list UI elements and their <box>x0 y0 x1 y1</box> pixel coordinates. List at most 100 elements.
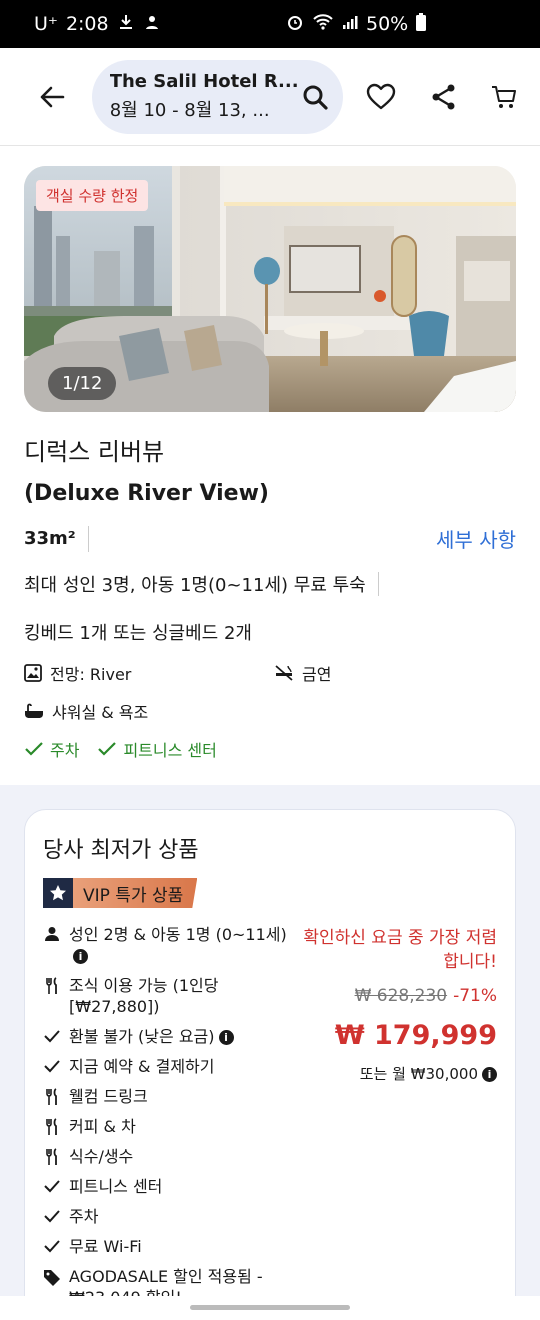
heart-icon <box>366 83 395 109</box>
view-label: 전망: River <box>50 665 132 684</box>
back-button[interactable] <box>24 69 80 125</box>
occupancy-info: 최대 성인 3명, 아동 1명(0~11세) 무료 투숙 <box>24 571 516 597</box>
welcome-drink-text: 웰컴 드링크 <box>69 1087 148 1106</box>
room-details-link[interactable]: 세부 사항 <box>436 524 516 553</box>
check-icon <box>44 1180 60 1193</box>
feature-view: 전망: River <box>24 661 274 685</box>
list-item: 조식 이용 가능 (1인당 [₩27,880]) <box>43 975 295 1017</box>
tag-icon <box>44 1270 60 1286</box>
check-icon <box>44 1030 60 1043</box>
home-handle[interactable] <box>190 1305 350 1310</box>
clock: 2:08 <box>65 13 109 35</box>
vip-deal-badge: VIP 특가 상품 <box>43 878 198 908</box>
feature-bath: 샤워실 & 욕조 <box>24 699 274 723</box>
cheapest-note: 확인하신 요금 중 가장 저렴합니다! <box>303 928 497 972</box>
signal-icon <box>342 13 358 35</box>
check-icon <box>98 742 117 756</box>
water-text: 식수/생수 <box>69 1147 134 1166</box>
share-icon <box>432 84 455 109</box>
list-item: 환불 불가 (낮은 요금) i <box>43 1026 295 1047</box>
info-icon[interactable]: i <box>218 1030 234 1045</box>
battery-level: 50% <box>366 13 409 35</box>
original-price-row: ₩ 628,230 -71% <box>295 986 497 1006</box>
battery-icon <box>416 12 427 36</box>
download-icon <box>117 13 135 36</box>
list-item: 지금 예약 & 결제하기 <box>43 1056 295 1077</box>
fitness-label: 피트니스 센터 <box>123 741 217 760</box>
fork-knife-icon <box>46 1118 57 1135</box>
system-nav-bar <box>0 1296 540 1320</box>
check-icon <box>44 1060 60 1073</box>
list-item: 식수/생수 <box>43 1146 295 1167</box>
search-icon <box>303 85 328 110</box>
room-info: 디럭스 리버뷰 (Deluxe River View) 33m² 세부 사항 최… <box>0 412 540 785</box>
vip-label: VIP 특가 상품 <box>73 878 198 908</box>
wifi-icon <box>312 13 334 36</box>
favorite-button[interactable] <box>361 77 401 117</box>
feature-smoking: 금연 <box>274 661 516 685</box>
limited-rooms-badge: 객실 수량 한정 <box>36 180 149 211</box>
wifi-text: 무료 Wi-Fi <box>69 1237 142 1256</box>
star-icon <box>50 885 66 901</box>
monthly-price: 또는 월 ₩30,000 <box>359 1065 478 1083</box>
cart-button[interactable] <box>484 77 524 117</box>
photo-counter: 1/12 <box>48 367 117 400</box>
stay-dates: 8월 10 - 8월 13, ... <box>109 100 270 121</box>
fork-knife-icon <box>46 1148 57 1165</box>
breakfast-text: 조식 이용 가능 (1인당 [₩27,880]) <box>69 976 219 1016</box>
bathtub-icon <box>25 703 43 718</box>
room-size: 33m² <box>24 525 89 552</box>
monthly-price-row: 또는 월 ₩30,000 i <box>295 1063 497 1084</box>
fork-knife-icon <box>46 1088 57 1105</box>
status-bar: U⁺ 2:08 50% <box>0 0 540 48</box>
list-item: 성인 2명 & 아동 1명 (0~11세) i <box>43 924 295 966</box>
parking-label: 주차 <box>50 741 80 760</box>
list-item: 무료 Wi-Fi <box>43 1236 295 1257</box>
final-price: ₩ 179,999 <box>334 1020 497 1051</box>
carrier-label: U⁺ <box>34 13 58 35</box>
coffee-tea-text: 커피 & 차 <box>69 1117 136 1136</box>
room-name-korean: 디럭스 리버뷰 <box>24 438 165 466</box>
price-block: 확인하신 요금 중 가장 저렴합니다! ₩ 628,230 -71% ₩ 179,… <box>295 924 497 1317</box>
original-price: ₩ 628,230 <box>354 986 448 1006</box>
offers-section: 당사 최저가 상품 VIP 특가 상품 성인 2명 & 아동 1명 (0~11세… <box>0 785 540 1320</box>
fork-knife-icon <box>46 977 57 994</box>
parking-text: 주차 <box>69 1207 99 1226</box>
list-item: 웰컴 드링크 <box>43 1086 295 1107</box>
check-icon <box>44 1210 60 1223</box>
hotel-name: The Salil Hotel R... <box>109 71 299 92</box>
view-icon <box>24 664 42 682</box>
back-arrow-icon <box>40 86 65 107</box>
refund-text: 환불 불가 (낮은 요금) <box>69 1027 215 1046</box>
search-summary-pill[interactable]: The Salil Hotel R... 8월 10 - 8월 13, ... <box>91 59 343 134</box>
share-button[interactable] <box>424 77 464 117</box>
offer-title: 당사 최저가 상품 <box>43 838 199 863</box>
info-icon[interactable]: i <box>482 1067 497 1082</box>
room-photo-carousel[interactable]: 객실 수량 한정 1/12 <box>24 166 516 412</box>
person-icon <box>45 927 59 941</box>
top-bar: The Salil Hotel R... 8월 10 - 8월 13, ... <box>0 48 540 146</box>
check-icon <box>25 742 43 756</box>
app-notification-icon <box>143 13 161 36</box>
divider <box>377 572 379 596</box>
fitness-text: 피트니스 센터 <box>69 1177 163 1196</box>
list-item: 커피 & 차 <box>43 1116 295 1137</box>
alarm-icon <box>286 13 304 36</box>
discount-percent: -71% <box>453 986 497 1006</box>
pay-now-text: 지금 예약 & 결제하기 <box>69 1057 215 1076</box>
cart-icon <box>492 85 517 108</box>
list-item: 피트니스 센터 <box>43 1176 295 1197</box>
smoking-label: 금연 <box>302 665 332 684</box>
occupancy-text: 최대 성인 3명, 아동 1명(0~11세) 무료 투숙 <box>24 575 366 596</box>
room-features: 전망: River 금연 샤워실 & 욕조 주차 피트니스 센터 <box>24 661 516 761</box>
guests-text: 성인 2명 & 아동 1명 (0~11세) <box>69 925 287 944</box>
room-name-english: (Deluxe River View) <box>24 481 269 506</box>
no-smoking-icon <box>275 665 293 681</box>
offer-card[interactable]: 당사 최저가 상품 VIP 특가 상품 성인 2명 & 아동 1명 (0~11세… <box>24 809 516 1320</box>
check-icon <box>44 1240 60 1253</box>
bed-info: 킹베드 1개 또는 싱글베드 2개 <box>24 623 252 644</box>
feature-parking: 주차 피트니스 센터 <box>24 737 274 761</box>
bath-label: 샤워실 & 욕조 <box>52 703 149 722</box>
offer-inclusions: 성인 2명 & 아동 1명 (0~11세) i 조식 이용 가능 (1인당 [₩2… <box>43 924 295 1317</box>
info-icon[interactable]: i <box>73 949 88 964</box>
